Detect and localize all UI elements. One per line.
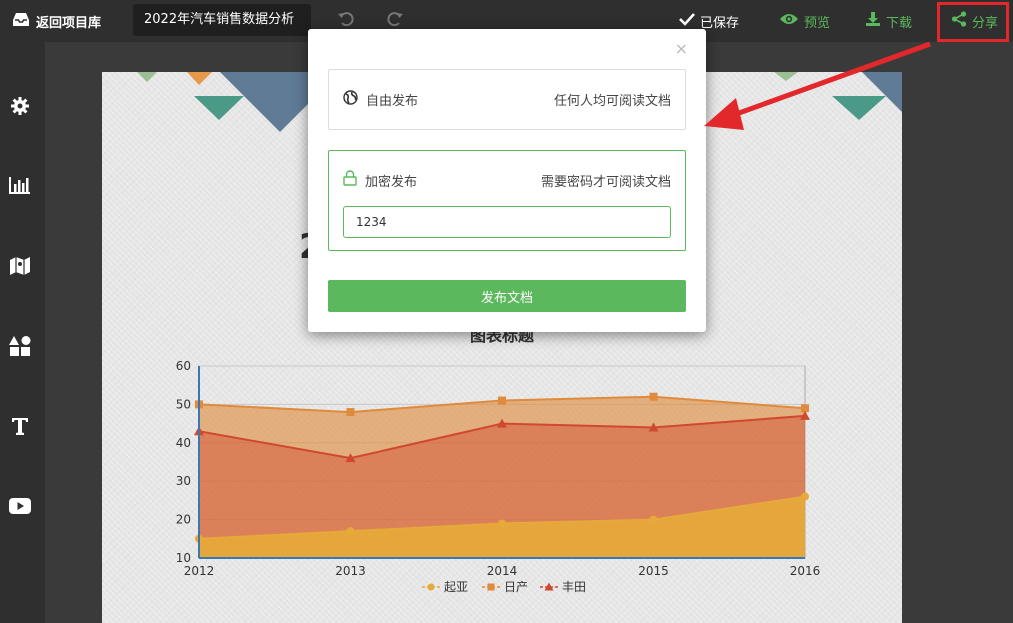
bar-chart-icon[interactable] bbox=[8, 173, 32, 197]
y-tick-label: 50 bbox=[176, 397, 191, 411]
publish-document-button[interactable]: 发布文档 bbox=[328, 280, 686, 312]
x-tick-label: 2015 bbox=[638, 564, 669, 578]
lock-icon bbox=[343, 170, 357, 190]
preview-label: 预览 bbox=[804, 15, 831, 31]
inbox-icon bbox=[12, 11, 30, 31]
data-point bbox=[346, 408, 355, 417]
text-icon[interactable] bbox=[8, 414, 32, 438]
encrypted-publish-desc: 需要密码才可阅读文档 bbox=[540, 174, 671, 190]
data-point bbox=[498, 396, 506, 405]
share-dialog: × 自由发布 任何人均可阅读文档 加密发布 需要密码才可阅读文档 发布文档 bbox=[308, 29, 706, 332]
video-icon[interactable] bbox=[8, 494, 32, 518]
eye-icon bbox=[779, 12, 799, 30]
download-icon bbox=[865, 11, 881, 31]
free-publish-option[interactable]: 自由发布 任何人均可阅读文档 bbox=[328, 69, 686, 130]
document-title-field[interactable]: 2022年汽车销售数据分析 bbox=[133, 4, 311, 36]
password-input[interactable] bbox=[343, 206, 671, 238]
legend-label: 丰田 bbox=[562, 580, 586, 594]
preview-button[interactable]: 预览 bbox=[779, 10, 830, 32]
close-icon[interactable]: × bbox=[675, 39, 688, 58]
y-tick-label: 30 bbox=[176, 474, 191, 488]
x-tick-label: 2012 bbox=[184, 564, 215, 578]
data-point bbox=[498, 519, 506, 528]
map-icon[interactable] bbox=[8, 254, 32, 278]
left-sidebar bbox=[0, 42, 45, 623]
data-point bbox=[649, 515, 658, 524]
data-point bbox=[649, 392, 658, 401]
data-point bbox=[346, 527, 355, 536]
free-publish-label: 自由发布 bbox=[366, 93, 419, 109]
legend-marker bbox=[427, 583, 435, 591]
check-icon bbox=[679, 12, 695, 30]
x-tick-label: 2014 bbox=[487, 564, 518, 578]
encrypted-publish-option[interactable]: 加密发布 需要密码才可阅读文档 bbox=[328, 150, 686, 251]
shapes-icon[interactable] bbox=[8, 334, 32, 358]
globe-icon bbox=[343, 89, 358, 109]
area-chart: 10 20 30 40 50 60 2012 2013 2014 2015 2016 起亚 日产 丰田 bbox=[176, 359, 821, 594]
legend-label: 日产 bbox=[504, 580, 528, 594]
share-highlight-box bbox=[937, 2, 1009, 42]
y-tick-label: 10 bbox=[176, 551, 191, 565]
y-tick-label: 40 bbox=[176, 436, 191, 450]
gear-icon[interactable] bbox=[8, 94, 32, 118]
legend-label: 起亚 bbox=[444, 580, 468, 594]
encrypted-publish-label: 加密发布 bbox=[365, 174, 418, 190]
free-publish-desc: 任何人均可阅读文档 bbox=[553, 93, 671, 109]
download-button[interactable]: 下载 bbox=[865, 10, 912, 32]
back-to-library-button[interactable]: 返回项目库 bbox=[12, 10, 101, 32]
legend-marker bbox=[487, 583, 495, 591]
data-point bbox=[801, 492, 809, 501]
y-tick-label: 20 bbox=[176, 513, 191, 527]
undo-icon[interactable] bbox=[337, 10, 357, 30]
saved-label: 已保存 bbox=[700, 15, 740, 31]
back-label: 返回项目库 bbox=[36, 15, 102, 31]
x-tick-label: 2016 bbox=[790, 564, 821, 578]
download-label: 下载 bbox=[886, 15, 913, 31]
redo-icon[interactable] bbox=[386, 10, 406, 30]
x-tick-label: 2013 bbox=[335, 564, 366, 578]
y-tick-label: 60 bbox=[176, 359, 191, 373]
